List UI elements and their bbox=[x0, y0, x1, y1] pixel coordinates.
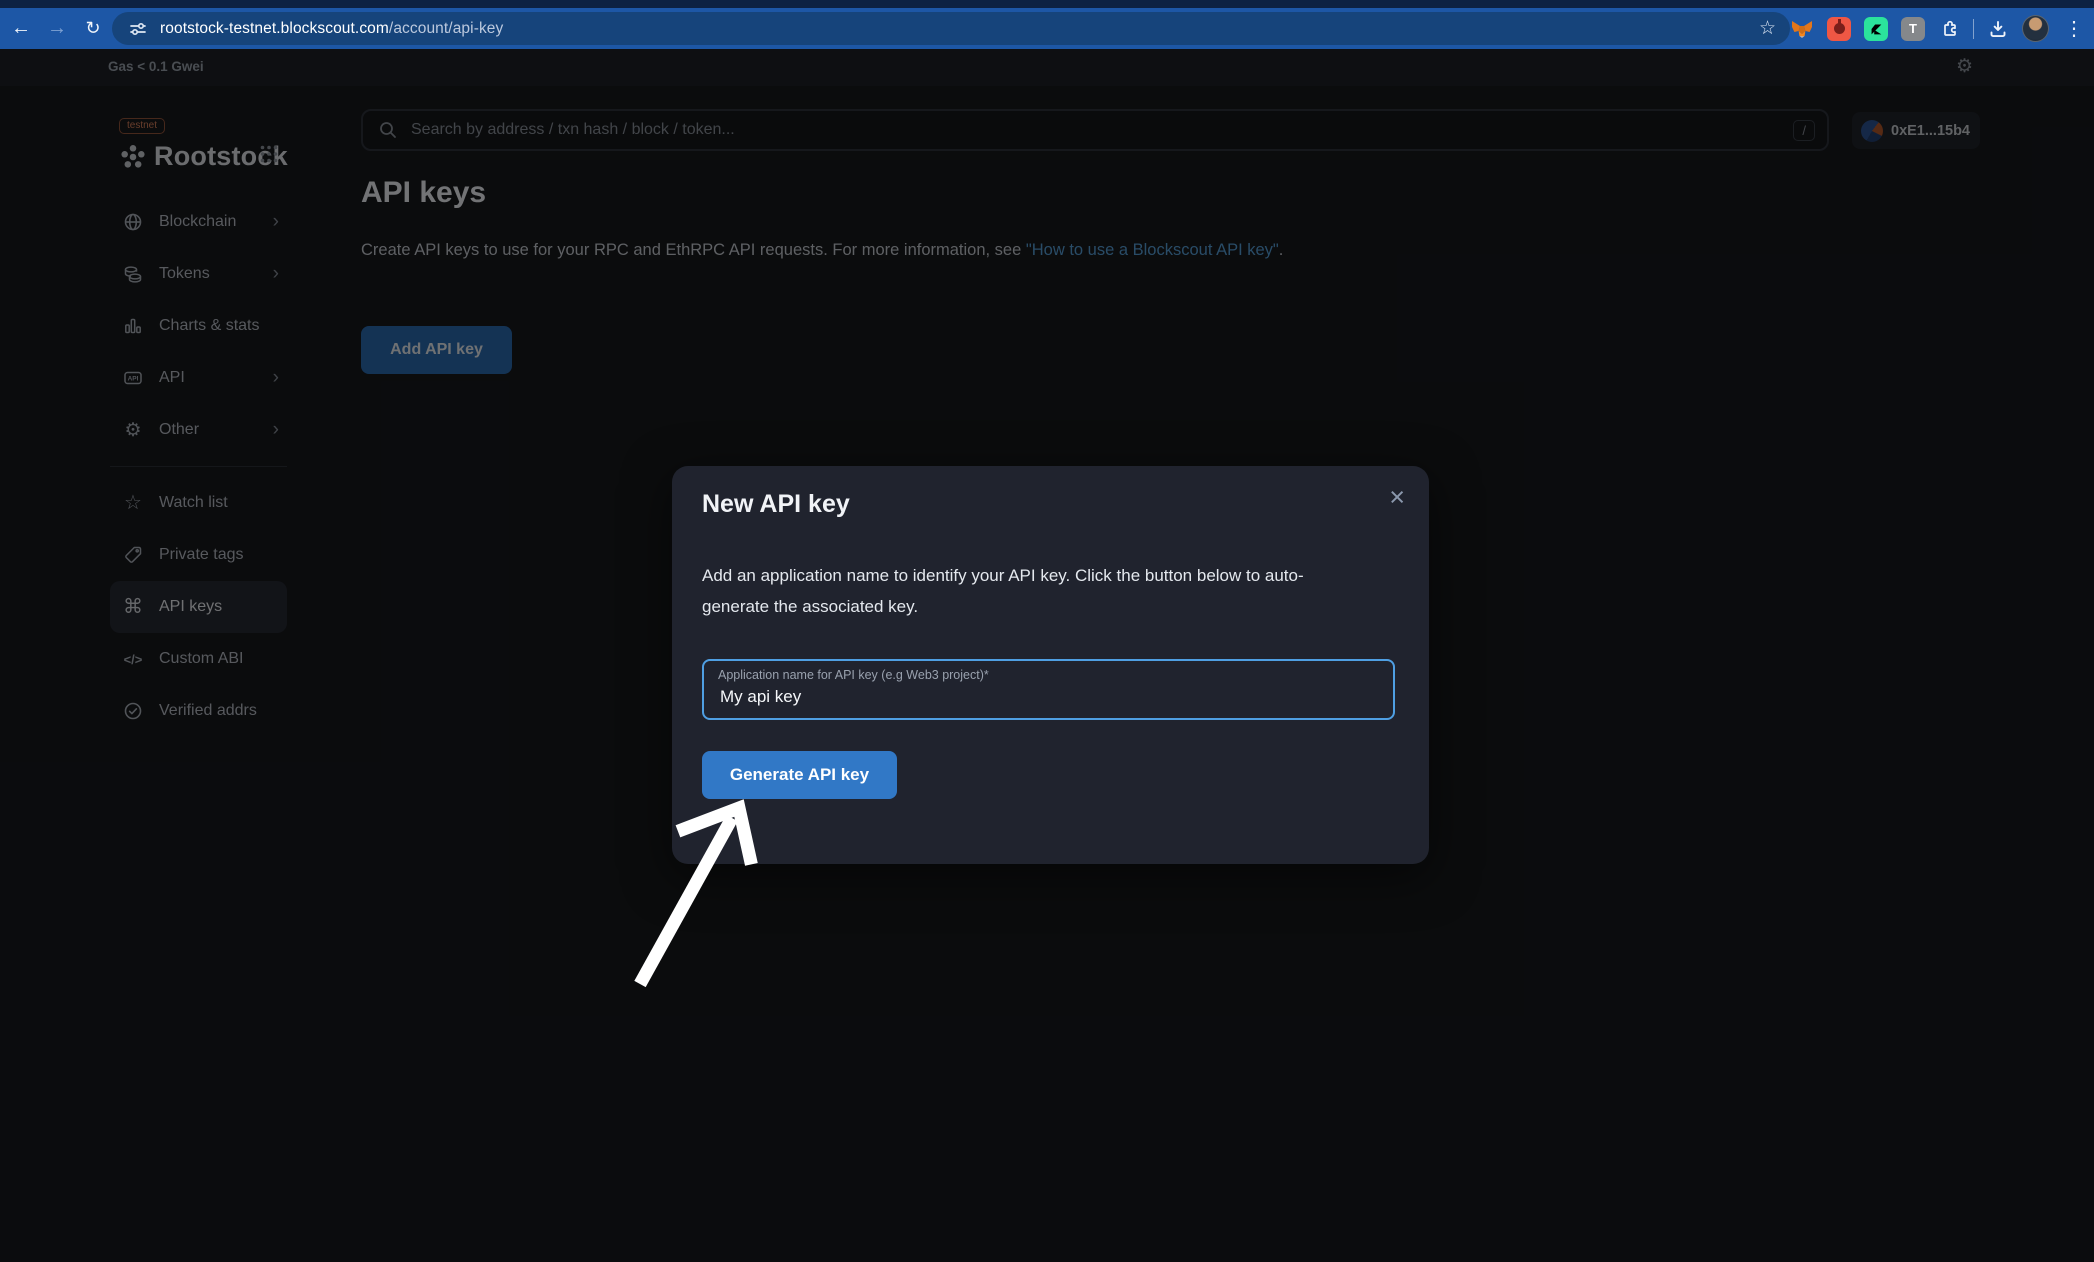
extensions-puzzle-icon[interactable] bbox=[1938, 18, 1960, 40]
extensions-row: T ⋮ bbox=[1790, 8, 2086, 49]
forward-button[interactable]: → bbox=[40, 8, 74, 49]
url-host: rootstock-testnet.blockscout.com bbox=[160, 20, 389, 37]
t-extension-icon[interactable]: T bbox=[1901, 17, 1925, 41]
screen: ← → ↻ rootstock-testnet.blockscout.com/a… bbox=[0, 0, 2094, 1262]
back-icon: ← bbox=[11, 17, 31, 40]
t-extension-glyph: T bbox=[1909, 21, 1917, 36]
bookmark-star-icon[interactable]: ☆ bbox=[1759, 17, 1776, 40]
url-bar[interactable]: rootstock-testnet.blockscout.com/account… bbox=[112, 12, 1790, 45]
application-name-label: Application name for API key (e.g Web3 p… bbox=[718, 668, 989, 682]
green-extension-icon[interactable] bbox=[1864, 17, 1888, 41]
reload-icon: ↻ bbox=[85, 18, 100, 39]
url-text[interactable]: rootstock-testnet.blockscout.com/account… bbox=[160, 20, 1759, 38]
browser-toolbar: ← → ↻ rootstock-testnet.blockscout.com/a… bbox=[0, 8, 2094, 49]
downloads-icon[interactable] bbox=[1987, 18, 2009, 40]
browser-menu-icon[interactable]: ⋮ bbox=[2062, 16, 2086, 41]
close-icon[interactable]: × bbox=[1389, 484, 1405, 511]
window-frame bbox=[0, 0, 2094, 8]
site-settings-icon[interactable] bbox=[128, 19, 148, 39]
forward-icon: → bbox=[47, 17, 67, 40]
annotation-arrow bbox=[580, 770, 800, 1020]
application-name-field[interactable]: Application name for API key (e.g Web3 p… bbox=[702, 659, 1395, 720]
back-button[interactable]: ← bbox=[4, 8, 38, 49]
modal-title: New API key bbox=[702, 490, 850, 519]
reload-button[interactable]: ↻ bbox=[76, 8, 110, 49]
toolbar-separator bbox=[1973, 19, 1974, 39]
metamask-extension-icon[interactable] bbox=[1790, 17, 1814, 41]
red-extension-glyph bbox=[1834, 23, 1845, 34]
url-path: /account/api-key bbox=[389, 20, 503, 37]
modal-body-text: Add an application name to identify your… bbox=[702, 560, 1370, 622]
application-name-input[interactable] bbox=[718, 686, 1362, 708]
profile-avatar[interactable] bbox=[2022, 15, 2049, 42]
red-extension-icon[interactable] bbox=[1827, 17, 1851, 41]
